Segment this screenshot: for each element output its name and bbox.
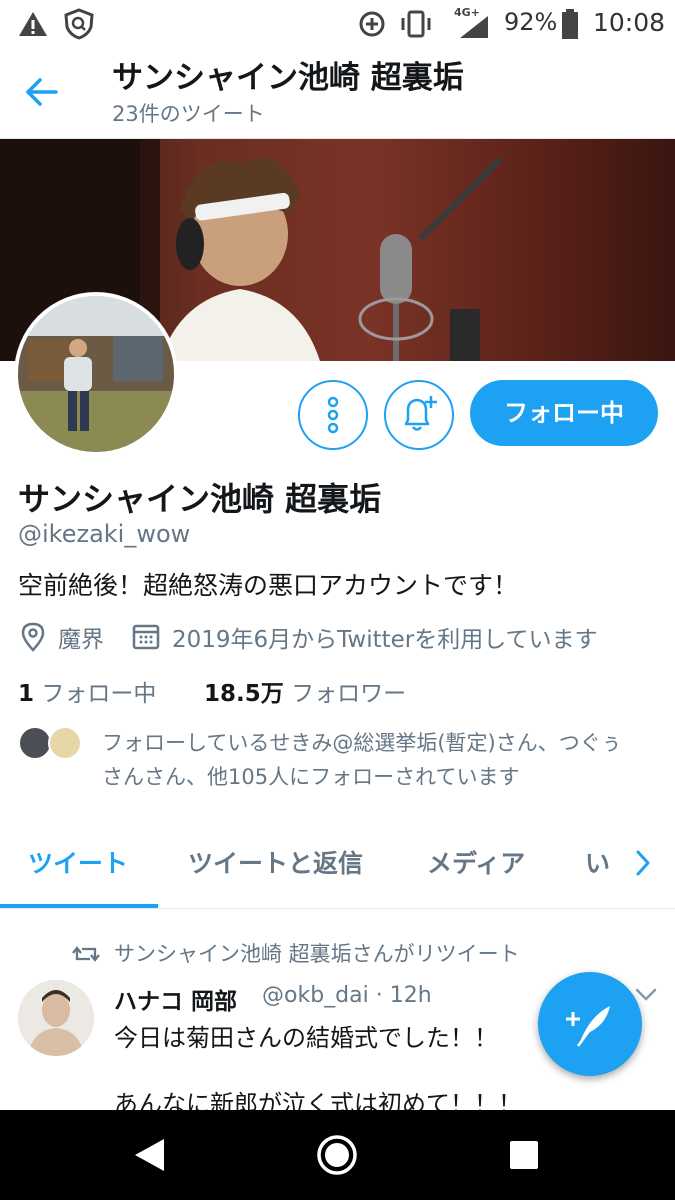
profile-name: サンシャイン池崎 超裏垢 bbox=[18, 480, 382, 518]
home-nav-icon[interactable] bbox=[315, 1133, 359, 1177]
follower-avatar-2 bbox=[48, 726, 82, 760]
tab-tweets-replies[interactable]: ツイートと返信 bbox=[188, 844, 363, 880]
shield-icon bbox=[64, 8, 94, 40]
tab-tweets[interactable]: ツイート bbox=[28, 844, 128, 880]
following-count[interactable]: 1 フォロー中 bbox=[18, 674, 156, 708]
warning-icon bbox=[19, 12, 47, 36]
data-saver-icon bbox=[359, 11, 385, 37]
back-arrow-icon[interactable] bbox=[20, 70, 64, 114]
battery-icon bbox=[562, 9, 578, 39]
calendar-icon bbox=[132, 624, 160, 650]
profile-tabs: ツイート ツイートと返信 メディア い bbox=[0, 820, 675, 909]
followers-number: 18.5万 bbox=[204, 681, 284, 707]
following-label: フォロー中 bbox=[41, 681, 157, 707]
clock: 10:08 bbox=[593, 8, 666, 37]
following-button[interactable]: フォロー中 bbox=[470, 380, 658, 446]
author-photo bbox=[18, 980, 94, 1056]
follower-avatar-1 bbox=[18, 726, 52, 760]
profile-joined: 2019年6月からTwitterを利用しています bbox=[172, 627, 598, 653]
chevron-right-icon[interactable] bbox=[632, 848, 654, 878]
active-tab-indicator bbox=[0, 904, 158, 908]
tweet-count: 23件のツイート bbox=[112, 102, 265, 126]
followers-label: フォロワー bbox=[291, 681, 407, 707]
status-bar: 4G+ 92% 10:08 bbox=[0, 0, 675, 48]
followed-by-text[interactable]: フォローしているせきみ@総選挙垢(暫定)さん、つぐぅ さんさん、他105人にフォ… bbox=[102, 726, 662, 794]
bell-plus-icon bbox=[404, 396, 437, 431]
signal-icon bbox=[460, 16, 488, 38]
battery-percent: 92% bbox=[504, 8, 558, 36]
followed-by-line-2: さんさん、他105人にフォローされています bbox=[102, 765, 520, 789]
profile-location: 魔界 bbox=[58, 627, 104, 653]
header-title: サンシャイン池崎 超裏垢 bbox=[112, 60, 464, 96]
tweet-text-line-1: 今日は菊田さんの結婚式でした！！ bbox=[114, 1024, 498, 1052]
tweet-author-handle: @okb_dai · 12h bbox=[262, 983, 432, 1008]
more-vertical-icon bbox=[327, 396, 339, 434]
back-nav-icon[interactable] bbox=[132, 1137, 166, 1173]
notify-button[interactable] bbox=[384, 380, 454, 450]
tab-media[interactable]: メディア bbox=[427, 844, 525, 880]
vibrate-icon bbox=[401, 10, 431, 38]
system-nav-bar bbox=[0, 1110, 675, 1200]
recents-nav-icon[interactable] bbox=[508, 1139, 540, 1171]
retweet-icon bbox=[72, 946, 100, 962]
profile-header: サンシャイン池崎 超裏垢 23件のツイート bbox=[0, 48, 675, 139]
more-options-button[interactable] bbox=[298, 380, 368, 450]
compose-feather-icon bbox=[566, 1006, 610, 1047]
tweet-author-name[interactable]: ハナコ 岡部 bbox=[114, 982, 237, 1016]
retweet-note: サンシャイン池崎 超裏垢さんがリツイート bbox=[114, 942, 520, 966]
following-number: 1 bbox=[18, 681, 35, 707]
profile-avatar[interactable] bbox=[14, 292, 178, 456]
profile-bio: 空前絶後！超絶怒涛の悪口アカウントです！ bbox=[18, 571, 519, 600]
followed-by-line-1: フォローしているせきみ@総選挙垢(暫定)さん、つぐぅ bbox=[102, 731, 622, 755]
compose-tweet-button[interactable] bbox=[538, 972, 642, 1076]
location-icon bbox=[21, 622, 45, 652]
profile-handle: @ikezaki_wow bbox=[18, 520, 191, 548]
tweet-author-avatar[interactable] bbox=[18, 980, 94, 1056]
tab-likes[interactable]: い bbox=[585, 844, 610, 880]
followers-count[interactable]: 18.5万 フォロワー bbox=[204, 674, 406, 708]
avatar-photo bbox=[18, 296, 174, 452]
